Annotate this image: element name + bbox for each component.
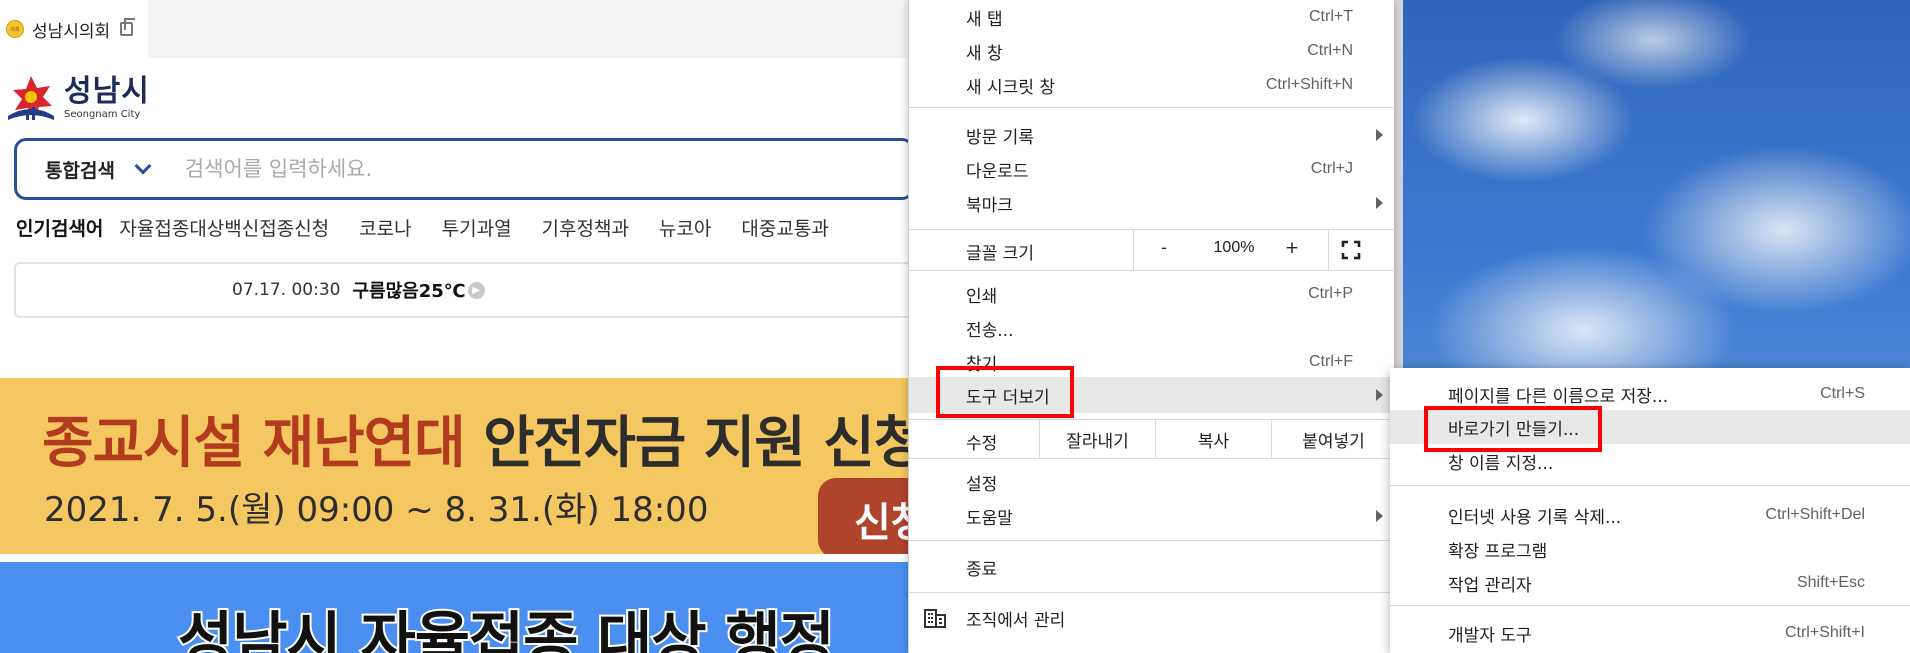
menu-item-settings[interactable]: 설정 [909,465,1395,499]
submenu-item-clear-data[interactable]: 인터넷 사용 기록 삭제... Ctrl+Shift+Del [1390,498,1910,532]
zoom-in-button[interactable]: + [1282,238,1302,258]
chevron-down-icon[interactable] [134,157,152,175]
highlight-box-create-shortcut [1424,406,1602,452]
promo-banner[interactable]: 종교시설 재난연대 안전자금 지원 신청 2021. 7. 5.(월) 09:0… [0,378,908,554]
search-input[interactable] [184,157,785,181]
edit-label: 수정 [966,434,998,454]
zoom-label: 글꼴 크기 [966,244,1034,264]
weather-description: 구름많음25℃ [352,281,466,302]
chevron-right-icon [1376,197,1383,209]
menu-divider [909,540,1395,541]
search-scope-select[interactable]: 통합검색 [45,156,115,183]
tab-title: 성남시의회 [32,21,111,42]
search-bar: 통합검색 [14,138,914,200]
banner-title: 성남시 자율접종 대상 행정 [176,604,837,653]
menu-divider [1390,485,1910,486]
copy-icon[interactable] [120,18,136,36]
city-emblem-icon [8,76,54,120]
apply-button[interactable]: 신청하기 [818,478,908,554]
paste-button[interactable]: 붙여넣기 [1271,420,1395,458]
cut-button[interactable]: 잘라내기 [1039,420,1155,458]
menu-item-history[interactable]: 방문 기록 [909,118,1395,152]
menu-divider [1390,605,1910,606]
popular-keyword-link[interactable]: 투기과열 [442,214,512,241]
menu-edit-row: 수정 잘라내기 복사 붙여넣기 [909,420,1395,458]
popular-keyword-link[interactable]: 기후정책과 [542,214,629,241]
council-favicon-icon: 의회 [6,20,24,38]
menu-item-managed[interactable]: 조직에서 관리 [909,601,1395,635]
zoom-level: 100% [1213,239,1255,256]
copy-button[interactable]: 복사 [1155,420,1271,458]
menu-divider [909,107,1395,108]
fullscreen-icon[interactable] [1341,240,1361,260]
menu-item-downloads[interactable]: 다운로드 Ctrl+J [909,152,1395,186]
submenu-item-dev-tools[interactable]: 개발자 도구 Ctrl+Shift+I [1390,616,1910,650]
logo-subtext: Seongnam City [64,108,141,120]
vaccination-banner[interactable]: 성남시 자율접종 대상 행정 [0,562,908,653]
zoom-controls: - 100% + [1133,230,1329,270]
chevron-right-icon [1376,389,1383,401]
arrow-right-icon[interactable]: ▶ [467,281,485,299]
popular-keyword-link[interactable]: 자율접종대상백신접종신청 [119,214,329,241]
popular-keyword-link[interactable]: 코로나 [359,214,411,241]
active-tab[interactable]: 의회 성남시의회 [0,0,148,58]
menu-item-print[interactable]: 인쇄 Ctrl+P [909,277,1395,311]
menu-zoom-row: 글꼴 크기 - 100% + [909,230,1395,270]
chevron-right-icon [1376,129,1383,141]
menu-item-exit[interactable]: 종료 [909,550,1395,584]
highlight-box-more-tools [936,366,1074,418]
chevron-right-icon [1376,510,1383,522]
zoom-out-button[interactable]: - [1154,238,1174,258]
submenu-item-extensions[interactable]: 확장 프로그램 [1390,532,1910,566]
building-icon [924,609,946,628]
weather-timestamp: 07.17. 00:30 [232,280,341,300]
popular-keyword-link[interactable]: 뉴코아 [659,214,711,241]
logo-text: 성남시 [64,73,150,109]
menu-divider [909,270,1395,271]
banner-date: 2021. 7. 5.(월) 09:00 ~ 8. 31.(화) 18:00 [44,490,709,530]
weather-bar: 07.17. 00:30 구름많음25℃ ▶ [14,262,914,318]
menu-divider [909,458,1395,459]
submenu-item-task-manager[interactable]: 작업 관리자 Shift+Esc [1390,566,1910,600]
menu-item-cast[interactable]: 전송... [909,311,1395,345]
menu-item-help[interactable]: 도움말 [909,499,1395,533]
popular-keyword-link[interactable]: 대중교통과 [741,214,828,241]
browser-main-menu: 새 탭 Ctrl+T 새 창 Ctrl+N 새 시크릿 창 Ctrl+Shift… [908,0,1395,653]
menu-item-bookmarks[interactable]: 북마크 [909,186,1395,220]
menu-item-incognito[interactable]: 새 시크릿 창 Ctrl+Shift+N [909,68,1395,102]
site-logo[interactable]: 성남시 Seongnam City [4,72,150,124]
popular-keywords: 인기검색어 자율접종대상백신접종신청 코로나 투기과열 기후정책과 뉴코아 대중… [16,214,859,241]
menu-item-new-tab[interactable]: 새 탭 Ctrl+T [909,0,1395,34]
banner-title: 종교시설 재난연대 안전자금 지원 신청 [42,411,908,476]
menu-divider [909,592,1395,593]
tab-strip: 의회 성남시의회 [0,0,908,58]
popular-keywords-label: 인기검색어 [16,218,104,240]
menu-item-new-window[interactable]: 새 창 Ctrl+N [909,34,1395,68]
